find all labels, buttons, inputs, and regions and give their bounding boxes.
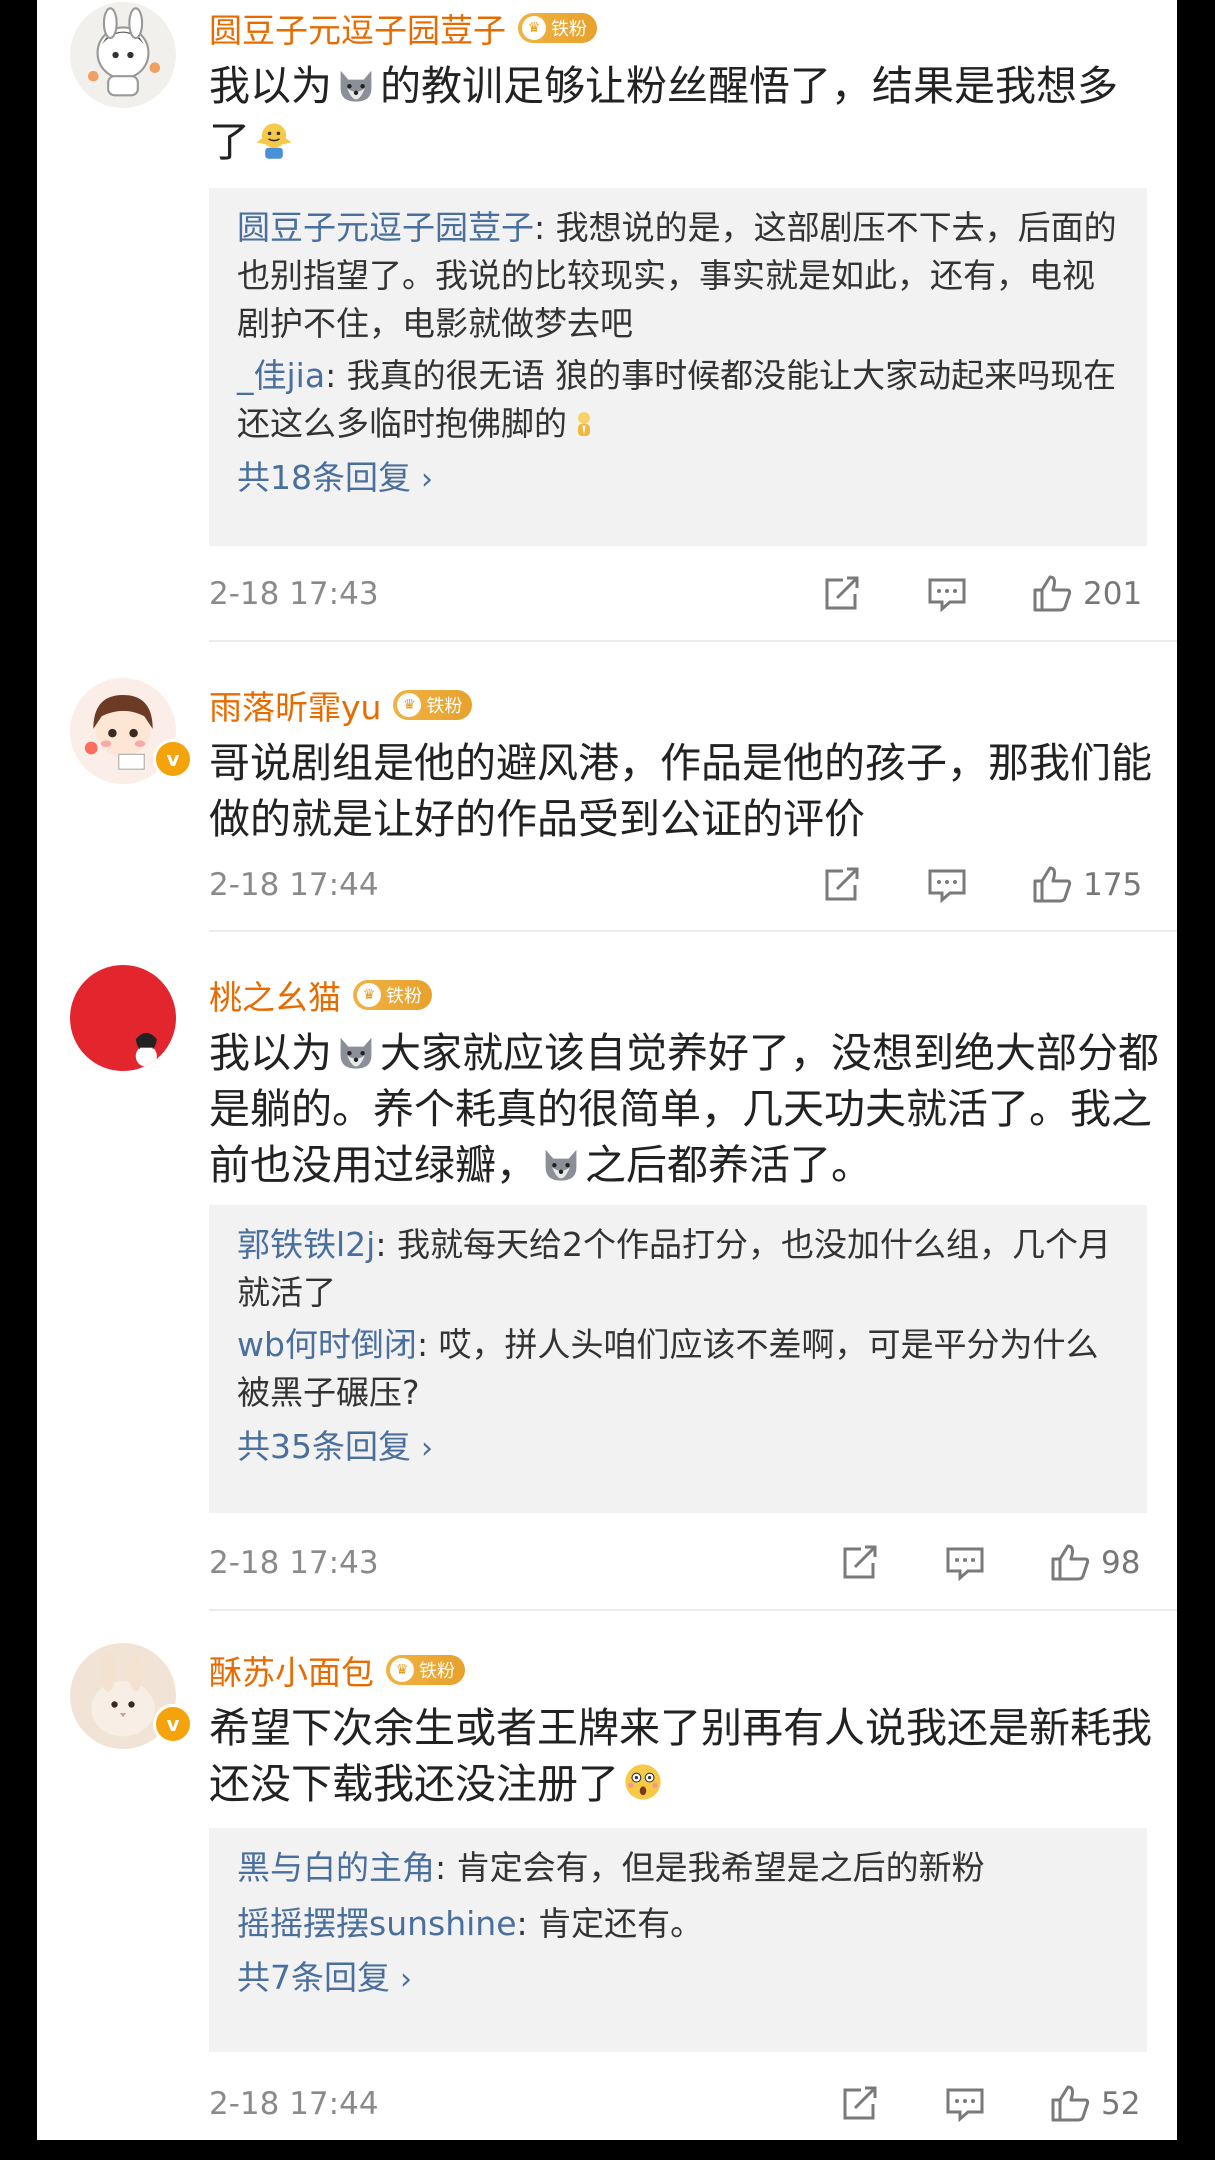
shocked-emoji-icon bbox=[621, 1760, 665, 1804]
timestamp: 2-18 17:43 bbox=[209, 1545, 379, 1581]
reply-username[interactable]: 摇摇摆摆sunshine bbox=[237, 1904, 517, 1943]
username[interactable]: 桃之幺猫 bbox=[209, 971, 341, 1019]
comment-text: 希望下次余生或者王牌来了别再有人说我还是新耗我还没下载我还没注册了 bbox=[209, 1704, 1152, 1808]
chevron-right-icon: › bbox=[421, 462, 433, 497]
wolf-emoji-icon bbox=[334, 62, 378, 106]
share-icon bbox=[825, 576, 859, 610]
avatar[interactable] bbox=[70, 2, 176, 108]
reply-username[interactable]: 黑与白的主角 bbox=[237, 1848, 435, 1887]
view-more-replies-link[interactable]: 共35条回复 › bbox=[237, 1421, 1119, 1475]
reply-item: wb何时倒闭: 哎，拼人头咱们应该不差啊，可是平分为什么被黑子碾压? bbox=[237, 1325, 1099, 1412]
divider bbox=[209, 640, 1177, 642]
avatar[interactable] bbox=[70, 965, 176, 1071]
fan-badge: ♛ 铁粉 bbox=[353, 980, 432, 1010]
comment-icon bbox=[946, 1547, 984, 1582]
reply-item: 圆豆子元逗子园荳子: 我想说的是，这部剧压不下去，后面的也别指望了。我说的比较现… bbox=[237, 208, 1117, 343]
like-count: 201 bbox=[1083, 576, 1143, 612]
share-button[interactable] bbox=[821, 865, 863, 905]
share-icon bbox=[843, 1545, 877, 1579]
like-button[interactable]: 201 bbox=[1031, 574, 1142, 614]
reply-box[interactable]: 郭铁铁l2j: 我就每天给2个作品打分，也没加什么组，几个月就活了 wb何时倒闭… bbox=[209, 1205, 1147, 1513]
share-icon bbox=[825, 867, 859, 901]
timestamp: 2-18 17:44 bbox=[209, 2086, 379, 2122]
crown-icon: ♛ bbox=[357, 983, 381, 1007]
reply-username[interactable]: wb何时倒闭 bbox=[237, 1325, 417, 1364]
comment-icon bbox=[928, 578, 966, 613]
timestamp: 2-18 17:44 bbox=[209, 867, 379, 903]
thumbs-up-icon bbox=[1051, 2085, 1090, 2122]
reply-item: 黑与白的主角: 肯定会有，但是我希望是之后的新粉 bbox=[237, 1848, 985, 1887]
fan-badge: ♛ 铁粉 bbox=[386, 1655, 465, 1685]
wolf-emoji-icon bbox=[334, 1029, 378, 1073]
comment-button[interactable] bbox=[944, 1543, 986, 1583]
reply-item: 郭铁铁l2j: 我就每天给2个作品打分，也没加什么组，几个月就活了 bbox=[237, 1225, 1111, 1312]
like-button[interactable]: 98 bbox=[1049, 1543, 1140, 1583]
fan-badge: ♛ 铁粉 bbox=[393, 690, 473, 720]
share-button[interactable] bbox=[821, 574, 863, 614]
username[interactable]: 圆豆子元逗子园荳子 bbox=[209, 4, 506, 52]
timestamp: 2-18 17:43 bbox=[209, 576, 379, 612]
thumbs-up-icon bbox=[1033, 866, 1072, 903]
comment-icon bbox=[928, 869, 966, 904]
shrug-emoji-icon bbox=[252, 118, 296, 162]
comment-button[interactable] bbox=[926, 574, 968, 614]
crown-icon: ♛ bbox=[397, 693, 422, 717]
comment-text: 我以为 大家就应该自觉养好了，没想到绝大部分都是躺的。养个耗真的很简单，几天功夫就… bbox=[209, 1029, 1159, 1189]
reply-username[interactable]: 郭铁铁l2j bbox=[237, 1225, 375, 1264]
divider bbox=[209, 930, 1177, 932]
fan-badge: ♛ 铁粉 bbox=[518, 13, 597, 43]
crown-icon: ♛ bbox=[522, 16, 546, 40]
view-more-replies-link[interactable]: 共18条回复 › bbox=[237, 452, 1119, 506]
chevron-right-icon: › bbox=[400, 1962, 412, 1997]
divider bbox=[209, 1609, 1177, 1611]
pray-emoji-icon bbox=[569, 409, 599, 439]
comment-button[interactable] bbox=[944, 2084, 986, 2124]
wolf-emoji-icon bbox=[539, 1141, 583, 1185]
view-more-replies-link[interactable]: 共7条回复 › bbox=[237, 1952, 1119, 2006]
comment-text: 我以为 的教训足够让粉丝醒悟了，结果是我想多了 bbox=[209, 62, 1118, 166]
reply-username[interactable]: 圆豆子元逗子园荳子 bbox=[237, 208, 534, 247]
thumbs-up-icon bbox=[1051, 1544, 1090, 1581]
crown-icon: ♛ bbox=[390, 1658, 414, 1682]
like-count: 52 bbox=[1101, 2086, 1141, 2122]
share-button[interactable] bbox=[839, 1543, 881, 1583]
username[interactable]: 雨落昕霏yu bbox=[209, 681, 381, 729]
reply-item: 摇摇摆摆sunshine: 肯定还有。 bbox=[237, 1904, 704, 1943]
reply-box[interactable]: 黑与白的主角: 肯定会有，但是我希望是之后的新粉 摇摇摆摆sunshine: 肯… bbox=[209, 1828, 1147, 2052]
comment-button[interactable] bbox=[926, 865, 968, 905]
verified-badge-icon: v bbox=[153, 739, 193, 779]
comment-icon bbox=[946, 2088, 984, 2123]
comment-text: 哥说剧组是他的避风港，作品是他的孩子，那我们能做的就是让好的作品受到公证的评价 bbox=[209, 739, 1152, 843]
comment-feed: 圆豆子元逗子园荳子 ♛ 铁粉 我以为 的教训足够让粉丝醒悟了，结果是我想多了 圆豆子… bbox=[37, 0, 1177, 2140]
like-button[interactable]: 52 bbox=[1049, 2084, 1140, 2124]
like-count: 175 bbox=[1083, 867, 1143, 903]
share-icon bbox=[843, 2086, 877, 2120]
like-button[interactable]: 175 bbox=[1031, 865, 1142, 905]
thumbs-up-icon bbox=[1033, 575, 1072, 612]
reply-box[interactable]: 圆豆子元逗子园荳子: 我想说的是，这部剧压不下去，后面的也别指望了。我说的比较现… bbox=[209, 188, 1147, 546]
reply-item: _佳jia: 我真的很无语 狼的事时候都没能让大家动起来吗现在还这么多临时抱佛脚… bbox=[237, 356, 1117, 443]
like-count: 98 bbox=[1101, 1545, 1141, 1581]
reply-username[interactable]: _佳jia bbox=[237, 356, 325, 395]
chevron-right-icon: › bbox=[421, 1431, 433, 1466]
share-button[interactable] bbox=[839, 2084, 881, 2124]
verified-badge-icon: v bbox=[153, 1704, 193, 1744]
username[interactable]: 酥苏小面包 bbox=[209, 1646, 374, 1694]
